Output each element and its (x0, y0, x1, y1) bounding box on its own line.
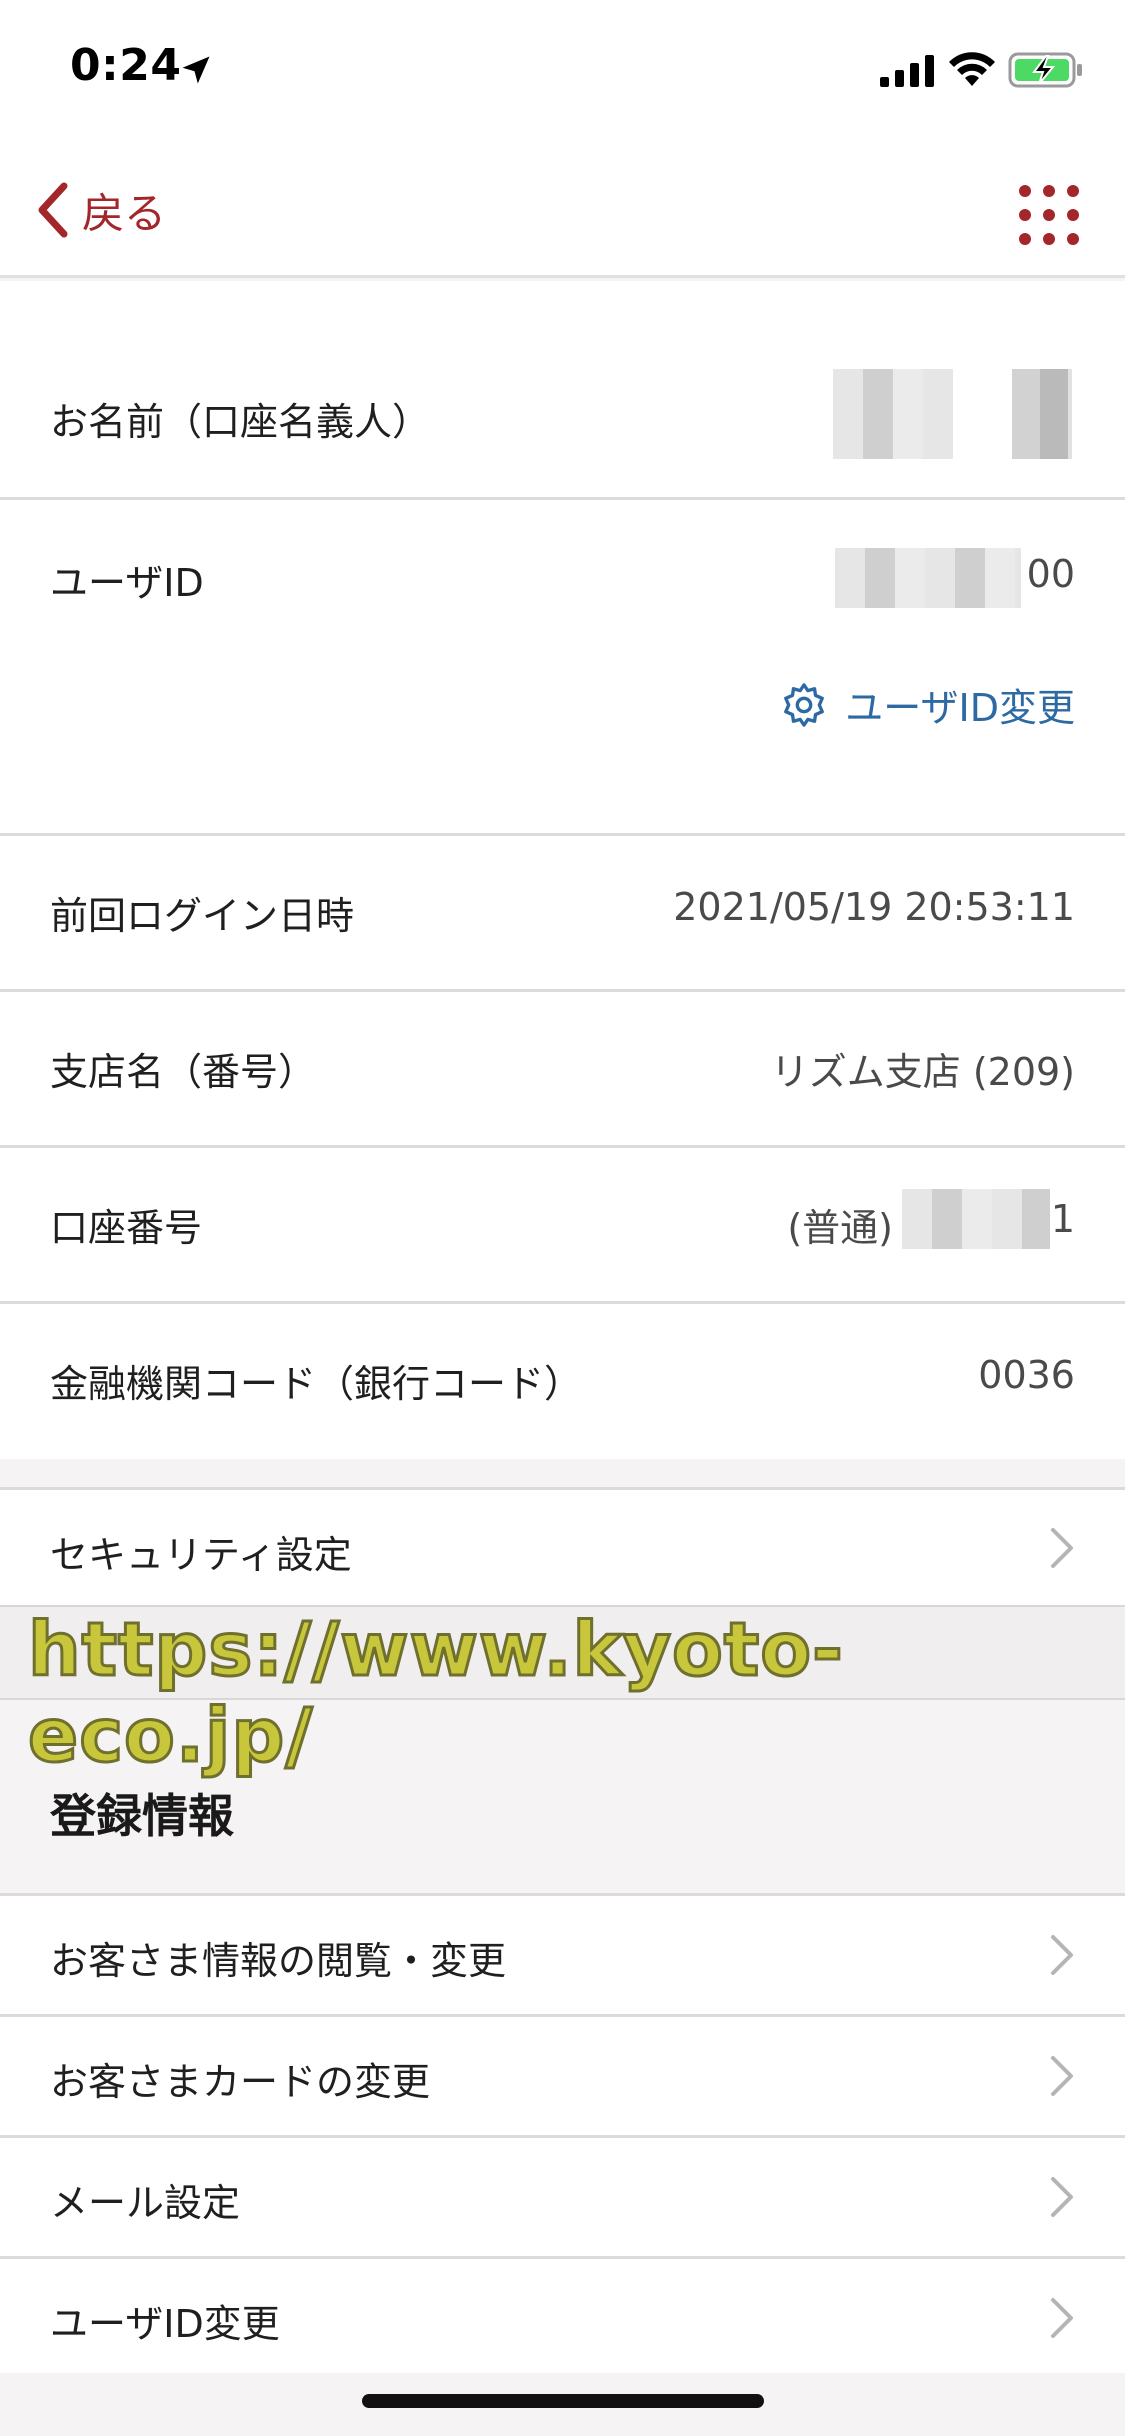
chevron-right-icon (1051, 2056, 1073, 2096)
account-name-redacted (833, 369, 953, 459)
account-number-redacted (902, 1189, 1050, 1249)
gear-icon (784, 682, 825, 727)
user-id-suffix: 00 (1026, 552, 1075, 596)
wifi-icon (949, 52, 995, 86)
account-name-row: お名前（口座名義人） (0, 281, 1125, 499)
bank-code-value: 0036 (978, 1353, 1075, 1397)
list-item-user-id-change[interactable]: ユーザID変更 (0, 2259, 1125, 2377)
divider (0, 833, 1125, 836)
home-indicator (362, 2394, 764, 2408)
list-item-customer-info[interactable]: お客さま情報の閲覧・変更 (0, 1896, 1125, 2014)
chevron-right-icon (1051, 1528, 1073, 1568)
list-item-label: メール設定 (50, 2181, 241, 2225)
chevron-right-icon (1051, 2298, 1073, 2338)
chevron-right-icon (1051, 2177, 1073, 2217)
user-id-redacted (835, 548, 1021, 608)
navigation-bar: 戻る (0, 140, 1125, 278)
last-login-value: 2021/05/19 20:53:11 (673, 885, 1075, 929)
list-item-label: お客さま情報の閲覧・変更 (50, 1939, 507, 1983)
chevron-right-icon (1051, 1935, 1073, 1975)
registration-section-title: 登録情報 (50, 1789, 234, 1843)
divider (0, 1145, 1125, 1148)
user-id-label: ユーザID (50, 561, 204, 605)
account-name-label: お名前（口座名義人） (50, 400, 431, 444)
account-type: (普通) (787, 1206, 893, 1250)
last-login-label: 前回ログイン日時 (50, 894, 355, 938)
back-button[interactable]: 戻る (32, 170, 166, 250)
branch-value: リズム支店 (209) (770, 1050, 1075, 1094)
account-name-redacted-2 (1012, 369, 1072, 459)
back-label: 戻る (82, 188, 167, 238)
list-item-mail-settings[interactable]: メール設定 (0, 2138, 1125, 2256)
bank-code-label: 金融機関コード（銀行コード） (50, 1362, 583, 1406)
chevron-left-icon (38, 182, 68, 238)
account-number-label: 口座番号 (50, 1206, 203, 1250)
location-arrow-icon (182, 56, 210, 84)
status-time: 0:24 (70, 40, 182, 91)
grid-menu-icon[interactable] (1014, 180, 1084, 250)
cellular-signal-icon (880, 55, 934, 87)
user-id-change-label: ユーザID変更 (845, 686, 1075, 730)
divider (0, 989, 1125, 992)
user-id-change-link[interactable]: ユーザID変更 (781, 677, 1075, 732)
list-item-label: お客さまカードの変更 (50, 2060, 431, 2104)
list-item-label: ユーザID変更 (50, 2302, 280, 2346)
registration-list: お客さま情報の閲覧・変更 お客さまカードの変更 メール設定 ユーザID変更 (0, 1893, 1125, 2373)
security-settings-label: セキュリティ設定 (50, 1533, 352, 1577)
battery-charging-icon (1008, 52, 1082, 88)
watermark-banner: https://www.kyoto-eco.jp/ (0, 1605, 1125, 1781)
account-info-section: お名前（口座名義人） ユーザID 00 ユーザID変更 前回ログイン日時 202… (0, 281, 1125, 1459)
branch-label: 支店名（番号） (50, 1050, 317, 1094)
account-number-suffix: 1 (1050, 1197, 1075, 1241)
watermark-text: https://www.kyoto-eco.jp/ (27, 1606, 845, 1781)
divider (0, 1301, 1125, 1304)
list-item-customer-card[interactable]: お客さまカードの変更 (0, 2017, 1125, 2135)
security-settings-row[interactable]: セキュリティ設定 (0, 1487, 1125, 1605)
user-id-row: ユーザID 00 (0, 500, 1125, 1114)
status-bar: 0:24 (0, 0, 1125, 140)
